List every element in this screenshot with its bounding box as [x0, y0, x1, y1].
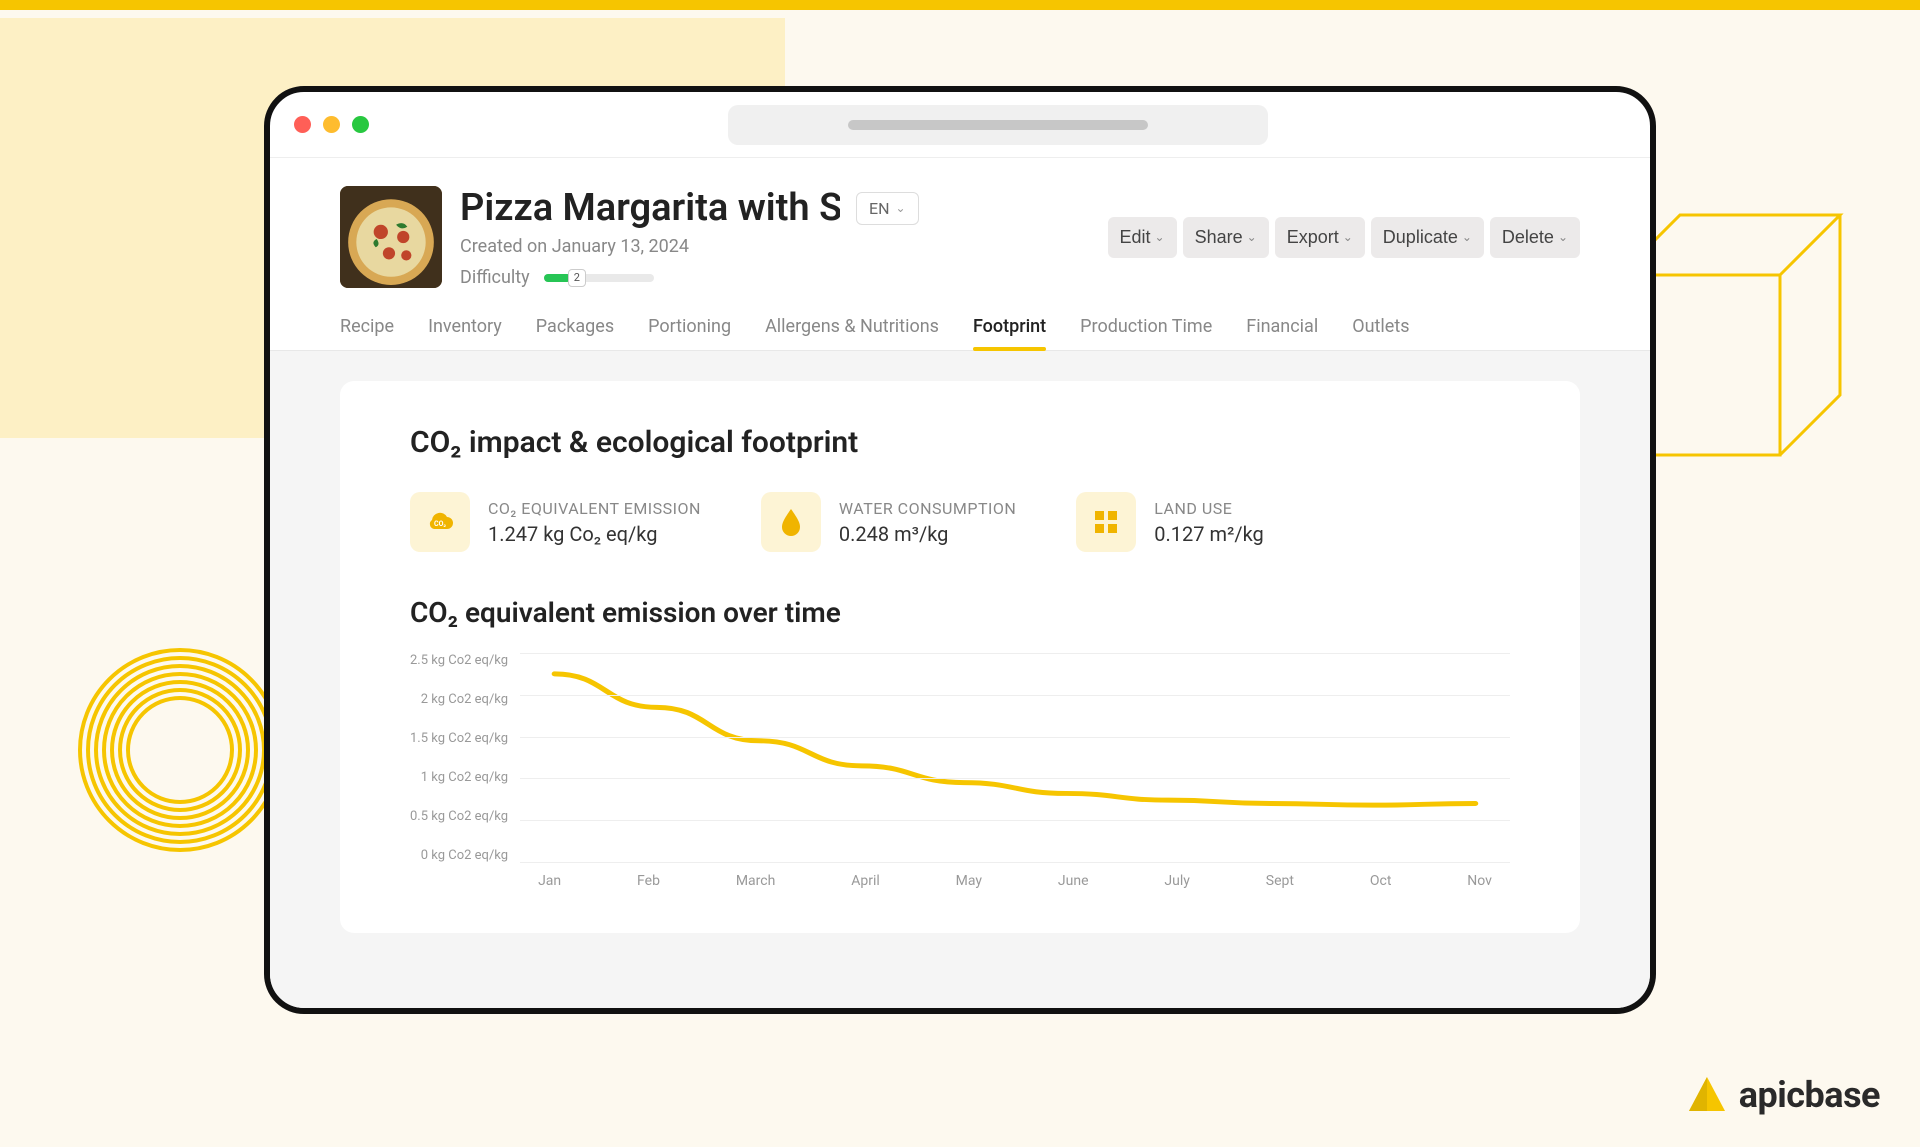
tab-allergens[interactable]: Allergens & Nutritions: [765, 316, 939, 349]
duplicate-button[interactable]: Duplicate⌄: [1371, 217, 1484, 258]
minimize-window-icon[interactable]: [323, 116, 340, 133]
metric-co2-value: 1.247 kg Co₂ eq/kg: [488, 522, 701, 546]
x-tick: Feb: [637, 873, 660, 889]
tab-footprint[interactable]: Footprint: [973, 316, 1046, 349]
window-controls: [294, 116, 369, 133]
x-tick: June: [1058, 873, 1089, 889]
footprint-card: CO₂ impact & ecological footprint CO₂ CO…: [340, 381, 1580, 933]
chevron-down-icon: ⌄: [1558, 230, 1568, 244]
edit-button[interactable]: Edit⌄: [1108, 217, 1177, 258]
chart-line: [520, 653, 1510, 862]
metric-water-value: 0.248 m³/kg: [839, 522, 1016, 546]
tab-recipe[interactable]: Recipe: [340, 316, 394, 349]
language-select[interactable]: EN ⌄: [856, 192, 919, 225]
share-button[interactable]: Share⌄: [1183, 217, 1269, 258]
y-tick: 2.5 kg Co2 eq/kg: [410, 653, 508, 668]
y-tick: 0 kg Co2 eq/kg: [421, 848, 508, 863]
metric-co2: CO₂ CO₂ EQUIVALENT EMISSION 1.247 kg Co₂…: [410, 492, 701, 552]
chart-x-axis: Jan Feb March April May June July Sept Oct Nov: [520, 863, 1510, 889]
metric-land-label: LAND USE: [1154, 499, 1264, 518]
land-grid-icon: [1076, 492, 1136, 552]
tab-bar: Recipe Inventory Packages Portioning All…: [340, 316, 1580, 350]
url-bar[interactable]: [728, 105, 1268, 145]
emission-chart: 2.5 kg Co2 eq/kg 2 kg Co2 eq/kg 1.5 kg Co2…: [410, 653, 1510, 889]
tab-production[interactable]: Production Time: [1080, 316, 1212, 349]
chevron-down-icon: ⌄: [896, 201, 906, 215]
url-placeholder: [848, 120, 1148, 130]
y-tick: 0.5 kg Co2 eq/kg: [410, 809, 508, 824]
window-titlebar: [270, 92, 1650, 158]
svg-text:CO₂: CO₂: [434, 520, 446, 528]
export-button[interactable]: Export⌄: [1275, 217, 1365, 258]
difficulty-value: 2: [568, 269, 586, 287]
difficulty-label: Difficulty: [460, 267, 530, 288]
chart-grid: [520, 653, 1510, 863]
recipe-title: Pizza Margarita with S…: [460, 186, 840, 230]
y-tick: 1 kg Co2 eq/kg: [421, 770, 508, 785]
created-on: Created on January 13, 2024: [460, 236, 1090, 257]
brand-top-bar: [0, 0, 1920, 10]
x-tick: July: [1164, 873, 1189, 889]
x-tick: April: [851, 873, 880, 889]
recipe-thumbnail: [340, 186, 442, 288]
metric-water: WATER CONSUMPTION 0.248 m³/kg: [761, 492, 1016, 552]
chevron-down-icon: ⌄: [1155, 230, 1165, 244]
x-tick: March: [736, 873, 776, 889]
x-tick: Nov: [1467, 873, 1492, 889]
y-tick: 1.5 kg Co2 eq/kg: [410, 731, 508, 746]
language-value: EN: [869, 199, 890, 218]
brand-logo-text: apicbase: [1739, 1074, 1880, 1116]
chart-y-axis: 2.5 kg Co2 eq/kg 2 kg Co2 eq/kg 1.5 kg Co2…: [410, 653, 508, 863]
section-title: CO₂ impact & ecological footprint: [410, 425, 1510, 460]
metric-land: LAND USE 0.127 m²/kg: [1076, 492, 1264, 552]
chevron-down-icon: ⌄: [1247, 230, 1257, 244]
bg-decor-circle: [70, 640, 290, 860]
chart-title: CO₂ equivalent emission over time: [410, 596, 1510, 629]
metric-water-label: WATER CONSUMPTION: [839, 499, 1016, 518]
tab-financial[interactable]: Financial: [1246, 316, 1318, 349]
tab-inventory[interactable]: Inventory: [428, 316, 502, 349]
y-tick: 2 kg Co2 eq/kg: [421, 692, 508, 707]
device-frame: Pizza Margarita with S… EN ⌄ Created on …: [264, 86, 1656, 1014]
tab-packages[interactable]: Packages: [536, 316, 614, 349]
metric-co2-label: CO₂ EQUIVALENT EMISSION: [488, 499, 701, 518]
water-drop-icon: [761, 492, 821, 552]
delete-button[interactable]: Delete⌄: [1490, 217, 1580, 258]
tab-outlets[interactable]: Outlets: [1352, 316, 1409, 349]
brand-logo: apicbase: [1685, 1073, 1880, 1117]
x-tick: Sept: [1266, 873, 1294, 889]
tab-portioning[interactable]: Portioning: [648, 316, 731, 349]
x-tick: Oct: [1370, 873, 1392, 889]
close-window-icon[interactable]: [294, 116, 311, 133]
maximize-window-icon[interactable]: [352, 116, 369, 133]
difficulty-meter: 2: [544, 274, 654, 282]
x-tick: May: [956, 873, 982, 889]
metric-land-value: 0.127 m²/kg: [1154, 522, 1264, 546]
cloud-co2-icon: CO₂: [410, 492, 470, 552]
chevron-down-icon: ⌄: [1343, 230, 1353, 244]
chevron-down-icon: ⌄: [1462, 230, 1472, 244]
x-tick: Jan: [538, 873, 561, 889]
brand-logo-icon: [1685, 1073, 1729, 1117]
